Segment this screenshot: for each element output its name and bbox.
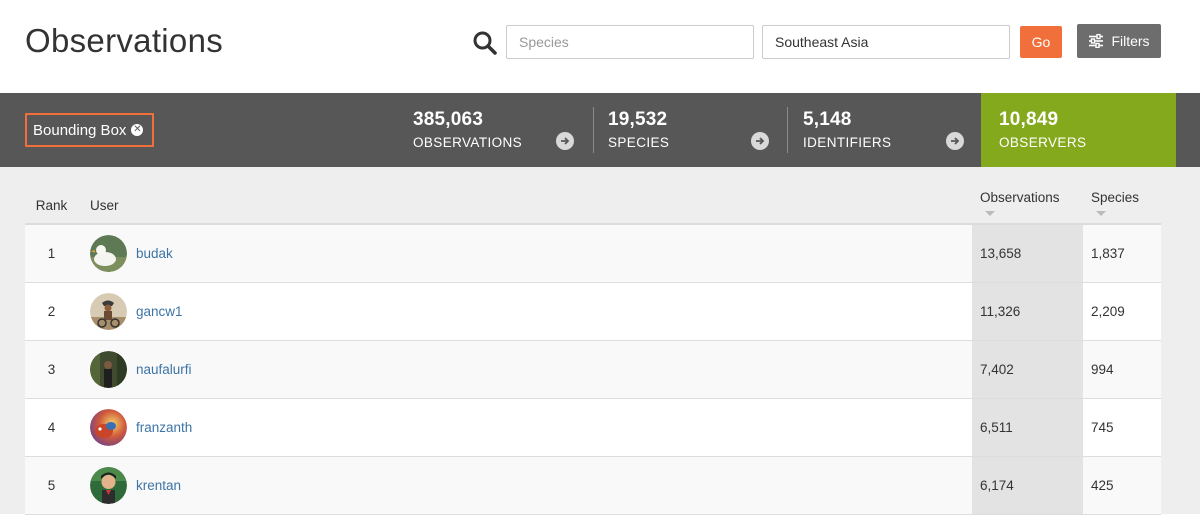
table-row: 1 budak 13,658 1,837 [25,224,1161,283]
user-cell: krentan [78,456,972,515]
rank-cell: 1 [25,224,78,283]
close-icon[interactable]: ✕ [131,124,144,136]
arrow-right-icon[interactable] [946,132,964,150]
observations-cell: 13,658 [972,224,1083,283]
leaderboard-table: Rank User Observations Species 1 budak 1… [25,187,1161,515]
user-header: User [78,187,972,225]
filter-chip-label: Bounding Box [33,121,127,139]
species-header-label: Species [1091,190,1140,205]
species-cell: 425 [1083,456,1161,515]
user-link[interactable]: gancw1 [136,304,183,319]
user-cell: gancw1 [78,282,972,341]
table-header-row: Rank User Observations Species [25,187,1161,225]
stats-bar: Bounding Box ✕ 385,063 OBSERVATIONS 19,5… [0,93,1200,167]
user-cell: naufalurfi [78,340,972,399]
rank-cell: 5 [25,456,78,515]
user-link[interactable]: naufalurfi [136,362,192,377]
page-title: Observations [25,22,224,59]
stat-count: 5,148 [803,109,852,130]
stat-count: 10,849 [999,109,1059,130]
user-cell: budak [78,224,972,283]
observations-cell: 6,174 [972,456,1083,515]
filters-button-label: Filters [1111,33,1150,49]
user-link[interactable]: krentan [136,478,181,493]
go-button[interactable]: Go [1020,26,1062,58]
user-link[interactable]: franzanth [136,420,192,435]
rank-cell: 4 [25,398,78,457]
top-bar: Observations Go Filters [0,0,1200,93]
stat-identifiers[interactable]: 5,148 IDENTIFIERS [785,93,980,167]
species-cell: 2,209 [1083,282,1161,341]
table-row: 5 krentan 6,174 425 [25,456,1161,515]
filters-button[interactable]: Filters [1077,24,1161,58]
user-cell: franzanth [78,398,972,457]
search-icon [473,31,497,55]
avatar[interactable] [90,292,127,330]
stat-species[interactable]: 19,532 SPECIES [590,93,785,167]
arrow-right-icon[interactable] [556,132,574,150]
species-cell: 745 [1083,398,1161,457]
observations-header[interactable]: Observations [972,187,1083,225]
rank-cell: 3 [25,340,78,399]
stat-observers[interactable]: 10,849 OBSERVERS [981,93,1176,167]
stat-label: OBSERVERS [999,135,1087,150]
stat-observations[interactable]: 385,063 OBSERVATIONS [395,93,590,167]
place-search-input[interactable] [762,25,1010,59]
avatar[interactable] [90,350,127,388]
rank-cell: 2 [25,282,78,341]
avatar[interactable] [90,466,127,504]
table-row: 2 gancw1 11,326 2,209 [25,282,1161,341]
observations-cell: 7,402 [972,340,1083,399]
observations-header-label: Observations [980,190,1060,205]
observations-cell: 6,511 [972,398,1083,457]
arrow-right-icon[interactable] [751,132,769,150]
stat-count: 385,063 [413,109,484,130]
species-cell: 994 [1083,340,1161,399]
bounding-box-filter-chip[interactable]: Bounding Box ✕ [25,113,154,147]
stat-count: 19,532 [608,109,668,130]
user-link[interactable]: budak [136,246,173,261]
table-row: 3 naufalurfi 7,402 994 [25,340,1161,399]
species-search-input[interactable] [506,25,754,59]
avatar[interactable] [90,408,127,446]
observations-cell: 11,326 [972,282,1083,341]
avatar[interactable] [90,234,127,272]
leaderboard-section: Rank User Observations Species 1 budak 1… [0,167,1200,515]
species-cell: 1,837 [1083,224,1161,283]
species-header[interactable]: Species [1083,187,1161,225]
rank-header: Rank [25,187,78,225]
sliders-icon [1089,34,1104,48]
sort-down-icon [1096,210,1106,216]
sort-down-icon [985,210,995,216]
table-row: 4 franzanth 6,511 745 [25,398,1161,457]
